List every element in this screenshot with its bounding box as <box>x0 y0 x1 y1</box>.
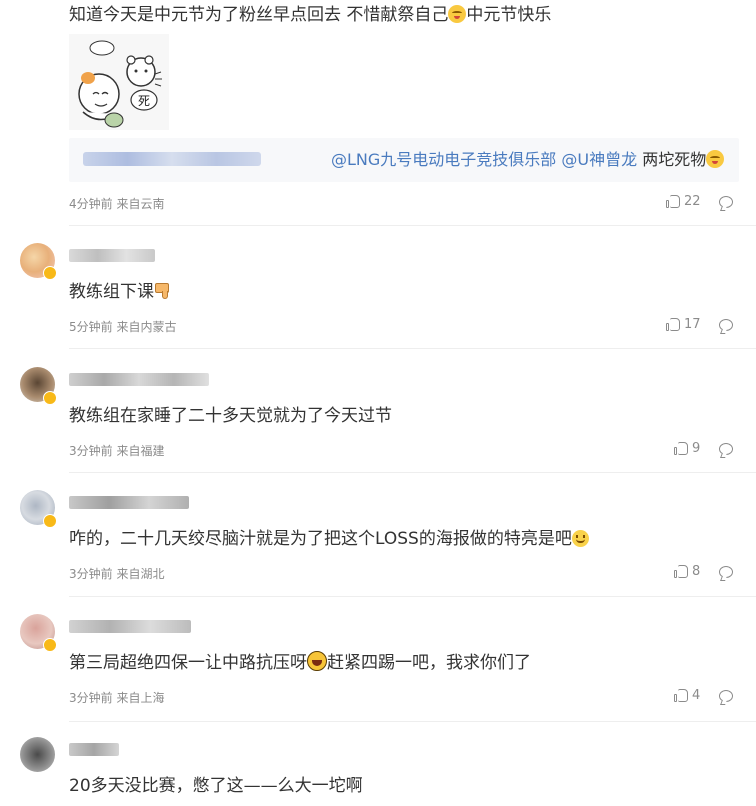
blurred-username[interactable] <box>69 743 119 756</box>
comment-meta: 4分钟前 来自云南 <box>69 197 165 211</box>
comment-meta: 5分钟前 来自内蒙古 <box>69 320 177 334</box>
reply-icon[interactable] <box>719 319 733 331</box>
comment-text-main: 咋的，二十几天绞尽脑汁就是为了把这个LOSS的海报做的特亮是吧 <box>69 529 572 549</box>
comment-text: 教练组在家睡了二十多天觉就为了今天过节 <box>69 406 392 426</box>
like-button[interactable]: 17 <box>666 317 701 332</box>
comment-text: 咋的，二十几天绞尽脑汁就是为了把这个LOSS的海报做的特亮是吧 <box>69 527 589 551</box>
like-count: 9 <box>692 441 701 456</box>
like-count: 17 <box>684 317 701 332</box>
like-count: 4 <box>692 688 701 703</box>
divider <box>69 596 756 597</box>
reply-icon[interactable] <box>719 443 733 455</box>
thumbs-down-icon <box>154 282 170 299</box>
reply-suffix-text: 两坨死物 <box>642 150 707 169</box>
comment-feed: 知道今天是中元节为了粉丝早点回去 不惜献祭自己 中元节快乐 死 @LNG九号电动电… <box>0 0 756 806</box>
divider <box>69 225 756 226</box>
mention-link[interactable]: @U神曾龙 <box>561 150 637 169</box>
comment-text-tail: 中元节快乐 <box>466 5 552 25</box>
reply-quote-text: @LNG九号电动电子竞技俱乐部 @U神曾龙 两坨死物 <box>331 149 725 171</box>
comment-text: 第三局超绝四保一让中路抗压呀 赶紧四踢一吧，我求你们了 <box>69 651 531 675</box>
like-icon <box>666 317 681 332</box>
comment-text: 知道今天是中元节为了粉丝早点回去 不惜献祭自己 中元节快乐 <box>69 2 551 28</box>
like-icon <box>666 194 681 209</box>
emoji-icon <box>307 651 327 671</box>
blurred-username[interactable] <box>69 373 209 386</box>
verified-badge-icon <box>43 266 57 280</box>
comment-text-main: 知道今天是中元节为了粉丝早点回去 不惜献祭自己 <box>69 5 449 25</box>
divider <box>69 348 756 349</box>
divider <box>69 472 756 473</box>
reply-icon[interactable] <box>719 566 733 578</box>
avatar[interactable] <box>20 737 55 772</box>
comment-meta: 3分钟前 来自福建 <box>69 444 165 458</box>
comment-sticker-image[interactable]: 死 <box>69 34 169 130</box>
blurred-username[interactable] <box>69 249 155 262</box>
emoji-icon <box>448 5 467 23</box>
comment-meta: 3分钟前 来自上海 <box>69 691 165 705</box>
emoji-icon <box>571 530 589 547</box>
comment-text: 20多天没比赛，憋了这——么大一坨啊 <box>69 776 363 796</box>
comment-text-main: 第三局超绝四保一让中路抗压呀 <box>69 653 307 673</box>
verified-badge-icon <box>43 638 57 652</box>
like-button[interactable]: 4 <box>674 688 700 703</box>
like-count: 22 <box>684 194 701 209</box>
like-icon <box>674 564 689 579</box>
reply-quote-box[interactable]: @LNG九号电动电子竞技俱乐部 @U神曾龙 两坨死物 <box>69 138 739 182</box>
like-button[interactable]: 8 <box>674 564 700 579</box>
comment-text-main: 教练组下课 <box>69 282 154 302</box>
comment-text: 教练组下课 <box>69 280 170 304</box>
comment-text-tail: 赶紧四踢一吧，我求你们了 <box>327 653 531 673</box>
emoji-icon <box>706 150 725 168</box>
blurred-username[interactable] <box>69 496 189 509</box>
like-icon <box>674 441 689 456</box>
like-button[interactable]: 22 <box>666 194 701 209</box>
blurred-username[interactable] <box>69 620 191 633</box>
divider <box>69 721 756 722</box>
verified-badge-icon <box>43 514 57 528</box>
reply-icon[interactable] <box>719 196 733 208</box>
cartoon-sticker-icon: 死 <box>69 34 169 130</box>
like-button[interactable]: 9 <box>674 441 700 456</box>
svg-text:死: 死 <box>138 94 150 108</box>
verified-badge-icon <box>43 391 57 405</box>
blurred-username <box>83 152 261 166</box>
reply-icon[interactable] <box>719 690 733 702</box>
comment-meta: 3分钟前 来自湖北 <box>69 567 165 581</box>
mention-link[interactable]: @LNG九号电动电子竞技俱乐部 <box>331 150 556 169</box>
like-count: 8 <box>692 564 701 579</box>
like-icon <box>674 688 689 703</box>
